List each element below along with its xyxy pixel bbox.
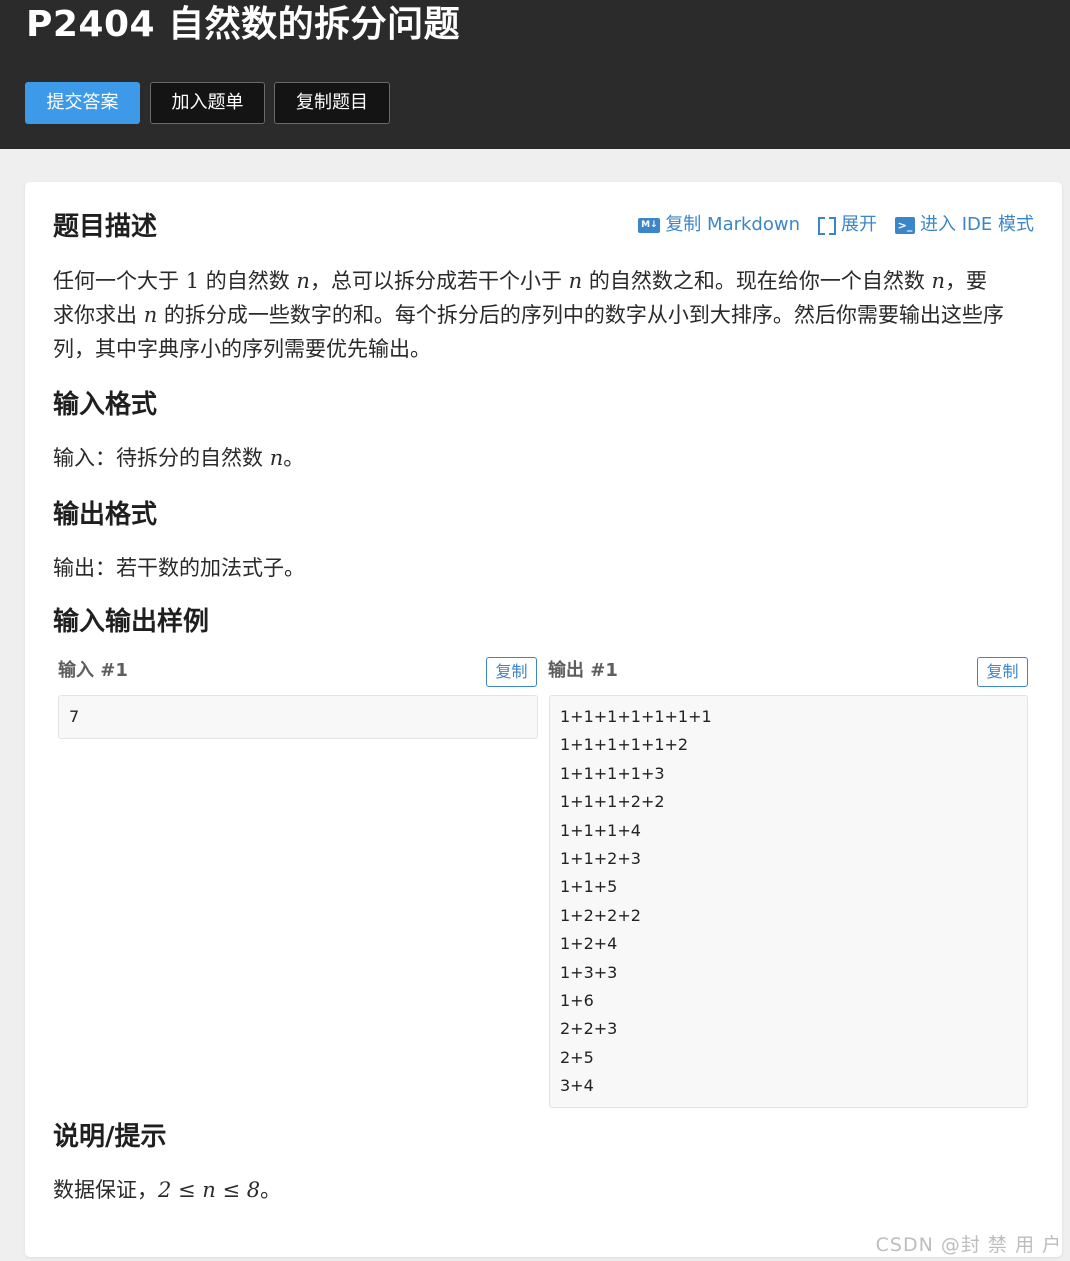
sample-input-box: 7 — [58, 695, 538, 739]
output-format-heading: 输出格式 — [53, 500, 158, 530]
samples-heading: 输入输出样例 — [53, 607, 210, 637]
expand-icon — [818, 217, 836, 235]
description-line-2: 求你求出 n 的拆分成一些数字的和。每个拆分后的序列中的数字从小到大排序。然后你… — [53, 303, 1004, 327]
sample-output-line: 1+1+1+4 — [560, 820, 641, 840]
copy-markdown-link[interactable]: M↓ 复制 Markdown — [638, 212, 800, 238]
copy-problem-button[interactable]: 复制题目 — [274, 82, 390, 124]
markdown-icon: M↓ — [638, 217, 661, 233]
problem-card: 题目描述 M↓ 复制 Markdown 展开 >_ 进入 IDE 模式 任何一个… — [25, 182, 1062, 1257]
sample-output-box: 1+1+1+1+1+1+1 1+1+1+1+1+2 1+1+1+1+3 1+1+… — [549, 695, 1028, 1108]
description-heading: 题目描述 — [53, 212, 158, 242]
sample-output-line: 1+1+1+2+2 — [560, 792, 665, 812]
sample-output-line: 1+3+3 — [560, 962, 618, 982]
submit-answer-button[interactable]: 提交答案 — [25, 82, 140, 124]
problem-header: P2404 自然数的拆分问题 提交答案 加入题单 复制题目 — [0, 0, 1070, 149]
expand-label: 展开 — [841, 214, 877, 235]
problem-actions: M↓ 复制 Markdown 展开 >_ 进入 IDE 模式 — [638, 212, 1034, 238]
sample-output-line: 1+1+2+3 — [560, 848, 641, 868]
sample-input-line: 7 — [69, 707, 80, 726]
ide-mode-link[interactable]: >_ 进入 IDE 模式 — [895, 212, 1034, 238]
page-title: P2404 自然数的拆分问题 — [26, 4, 461, 45]
sample-output-line: 1+2+2+2 — [560, 905, 641, 925]
copy-input-button[interactable]: 复制 — [486, 657, 537, 687]
expand-link[interactable]: 展开 — [818, 212, 877, 238]
description-line-1: 任何一个大于 1 的自然数 n，总可以拆分成若干个小于 n 的自然数之和。现在给… — [53, 269, 988, 293]
add-to-list-button[interactable]: 加入题单 — [150, 82, 265, 124]
input-format-text: 输入：待拆分的自然数 n。 — [53, 446, 305, 470]
ide-mode-label: 进入 IDE 模式 — [920, 214, 1034, 235]
sample-output-line: 1+2+4 — [560, 934, 618, 954]
sample-output-line: 2+2+3 — [560, 1019, 618, 1039]
sample-output-label: 输出 #1 — [548, 660, 618, 681]
hint-text: 数据保证，2 ≤ n ≤ 8。 — [53, 1178, 282, 1202]
hint-heading: 说明/提示 — [53, 1122, 167, 1152]
sample-output-line: 3+4 — [560, 1076, 594, 1096]
input-format-heading: 输入格式 — [53, 390, 158, 420]
sample-output-line: 1+6 — [560, 990, 594, 1010]
watermark: CSDN @封 禁 用 户 — [875, 1234, 1062, 1256]
copy-markdown-label: 复制 Markdown — [665, 214, 800, 235]
terminal-icon: >_ — [895, 216, 915, 234]
sample-output-line: 1+1+5 — [560, 877, 618, 897]
copy-output-button[interactable]: 复制 — [977, 657, 1028, 687]
sample-output-line: 1+1+1+1+1+1+1 — [560, 707, 712, 726]
sample-output-line: 2+5 — [560, 1047, 594, 1067]
output-format-text: 输出：若干数的加法式子。 — [53, 556, 305, 580]
description-line-3: 列，其中字典序小的序列需要优先输出。 — [53, 337, 431, 361]
sample-output-line: 1+1+1+1+1+2 — [560, 735, 689, 755]
sample-input-label: 输入 #1 — [58, 660, 128, 681]
description-text: 任何一个大于 1 的自然数 n，总可以拆分成若干个小于 n 的自然数之和。现在给… — [53, 264, 1043, 366]
sample-output-line: 1+1+1+1+3 — [560, 763, 665, 783]
